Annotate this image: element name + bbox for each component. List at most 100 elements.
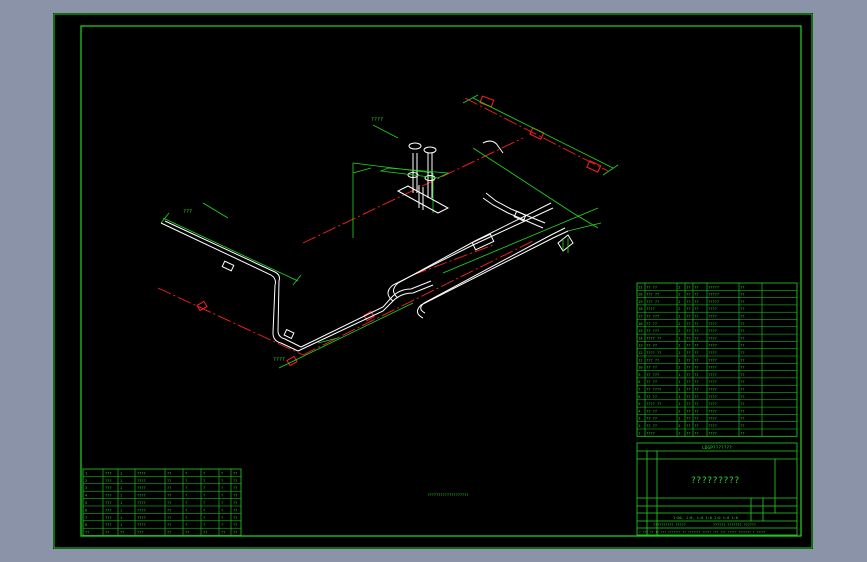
material-table-cell: ???? ?? <box>646 351 661 355</box>
legend-table-cell: ?? <box>233 531 237 535</box>
material-table-cell: 1 <box>678 402 680 406</box>
pipe-fittings <box>221 142 527 340</box>
legend-table-cell: ? <box>221 516 223 520</box>
legend-table-cell: 8 <box>85 523 87 527</box>
material-table-cell: ????? <box>708 300 719 304</box>
material-table-cell: 12 <box>638 351 642 355</box>
legend-table-cell: ???? <box>137 523 146 527</box>
footer-left: ?????????? ????? <box>653 523 686 527</box>
material-table-cell: ?? <box>686 336 690 340</box>
legend-table-cell: ? <box>221 523 223 527</box>
material-table-cell: 17 <box>686 285 690 289</box>
legend-table-cell: ??? <box>105 494 112 498</box>
material-table-cell: ??? ?? <box>646 300 659 304</box>
scale-row: 1:00, 1:0, 1:0 1:0 1:0 1:0 1:0 <box>673 516 738 520</box>
material-table-cell: 2 <box>678 417 680 421</box>
inner-border <box>80 25 802 537</box>
legend-table-cell: ??? <box>105 516 112 520</box>
material-table-cell: ???? <box>708 358 717 362</box>
material-table-cell: 7 <box>638 388 640 392</box>
material-table-cell: ?? <box>694 336 698 340</box>
material-list-table: 21?? ?? 2 17??????? ??20??? ?? 2????????? ??1… <box>636 282 798 437</box>
material-table-cell: 13 <box>638 344 642 348</box>
material-table-cell: ?? ??? <box>646 373 659 377</box>
material-table-cell: ?? <box>694 344 698 348</box>
legend-table-cell: ?? <box>167 471 171 475</box>
material-table-cell: 2 <box>678 285 680 289</box>
material-table-cell: 2 <box>678 424 680 428</box>
legend-table-cell: ?? <box>221 531 225 535</box>
material-table-cell: ???? <box>708 366 717 370</box>
material-table-cell: 3 <box>638 417 640 421</box>
material-table-cell: 20 <box>638 293 642 297</box>
material-table-cell: ?? <box>694 315 698 319</box>
material-table-cell: ???? ?? <box>646 336 661 340</box>
material-table-cell: ?? ??? <box>646 315 659 319</box>
material-table-cell: 2 <box>678 329 680 333</box>
legend-table-cell: ?? <box>233 508 237 512</box>
material-table-cell: 8 <box>638 380 640 384</box>
material-table-frame <box>636 282 798 437</box>
legend-table-cell: ?? <box>233 486 237 490</box>
material-table-cell: ?? <box>740 358 744 362</box>
material-table-cell: ?? <box>694 285 698 289</box>
material-table-cell: ???? <box>708 395 717 399</box>
material-table-cell: 2 <box>678 431 680 435</box>
tag-top: ???? <box>371 117 383 123</box>
legend-table-cell: ??? <box>137 531 144 535</box>
material-table-cell: ???? <box>646 307 655 311</box>
legend-table-cell: 5 <box>85 501 87 505</box>
material-table-cell: ?? <box>740 402 744 406</box>
material-table-cell: ?? <box>686 373 690 377</box>
material-table-cell: ?? <box>686 388 690 392</box>
material-table-cell: ?? <box>694 402 698 406</box>
legend-table-cell: ? <box>221 486 223 490</box>
material-table-cell: ?? <box>740 409 744 413</box>
material-table-cell: ?? <box>686 417 690 421</box>
legend-table-cell: ??? <box>105 501 112 505</box>
legend-table-cell: ?? <box>167 531 171 535</box>
material-table-cell: ?? <box>694 388 698 392</box>
material-table-cell: 2 <box>678 322 680 326</box>
material-table-cell: ?? <box>686 358 690 362</box>
legend-table-cell: ? <box>185 486 187 490</box>
material-table-cell: 1 <box>678 373 680 377</box>
material-table-cell: ???? <box>708 409 717 413</box>
legend-table: 1??? 1????????? ??2??? 1????????? ??3??? 1???… <box>82 468 242 536</box>
material-table-cell: ?? ?? <box>646 409 657 413</box>
material-table-cell: 11 <box>638 358 642 362</box>
material-table-cell: ?? <box>694 351 698 355</box>
legend-table-cell: ??? <box>105 523 112 527</box>
material-table-cell: ?? <box>694 358 698 362</box>
legend-table-cell: ? <box>203 479 205 483</box>
material-table-cell: 5 <box>638 402 640 406</box>
material-table-cell: ????? <box>708 293 719 297</box>
material-table-cell: 17 <box>638 315 642 319</box>
legend-table-cell: ? <box>185 516 187 520</box>
legend-table-cell: ? <box>203 516 205 520</box>
material-table-cell: ?? <box>740 395 744 399</box>
material-table-cell: ???? <box>708 373 717 377</box>
material-table-cell: ?? ?? <box>646 395 657 399</box>
material-table-cell: ?? <box>686 409 690 413</box>
material-table-cell: ?? ?? <box>646 380 657 384</box>
material-table-cell: 2 <box>678 293 680 297</box>
material-table-cell: 1 <box>678 380 680 384</box>
material-table-cell: ??? ?? <box>646 293 659 297</box>
material-table-cell: ?? <box>694 395 698 399</box>
material-table-cell: ?? <box>740 300 744 304</box>
material-table-cell: ?? <box>740 322 744 326</box>
legend-table-cell: 7 <box>85 516 87 520</box>
material-table-cell: 1 <box>678 395 680 399</box>
material-table-cell: 16 <box>638 322 642 326</box>
legend-table-cell: ?? <box>233 471 237 475</box>
material-table-cell: ?? <box>740 417 744 421</box>
legend-table-cell: 3 <box>85 486 87 490</box>
legend-table-cell: 6 <box>85 508 87 512</box>
material-table-cell: ?? <box>686 431 690 435</box>
drawing-number-label: LDGP??????? <box>702 445 732 451</box>
legend-table-cell: ?? <box>167 523 171 527</box>
material-table-cell: ?? <box>686 402 690 406</box>
material-table-cell: ???? <box>708 417 717 421</box>
legend-table-cell: ? <box>185 523 187 527</box>
